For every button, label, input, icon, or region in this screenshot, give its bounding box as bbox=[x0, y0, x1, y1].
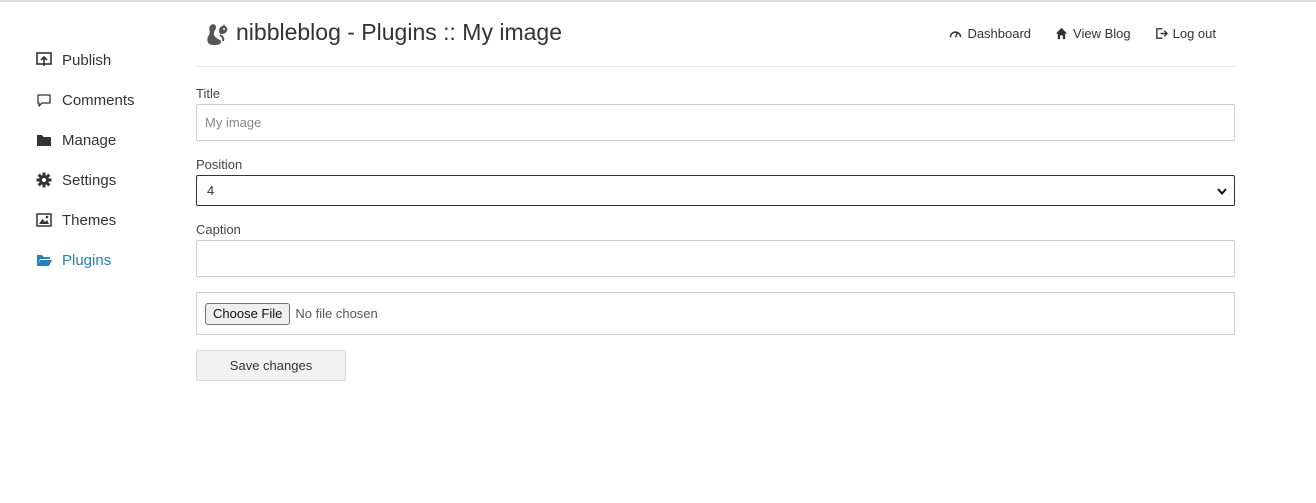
save-changes-button[interactable]: Save changes bbox=[196, 350, 346, 381]
image-icon bbox=[36, 212, 52, 228]
sidebar-item-label: Publish bbox=[62, 51, 112, 69]
position-select-value: 4 bbox=[207, 183, 215, 198]
plugin-form: Title Position 4 Caption Choose File No … bbox=[196, 86, 1235, 381]
sidebar-item-settings[interactable]: Settings bbox=[36, 160, 186, 200]
caption-input[interactable] bbox=[196, 240, 1235, 277]
position-select[interactable]: 4 bbox=[196, 175, 1235, 206]
sidebar-item-label: Manage bbox=[62, 131, 117, 149]
folder-icon bbox=[36, 132, 52, 148]
home-icon bbox=[1055, 27, 1068, 40]
sidebar-item-label: Plugins bbox=[62, 251, 112, 269]
top-border bbox=[0, 0, 1316, 2]
file-status-text: No file chosen bbox=[295, 306, 378, 321]
title-input[interactable] bbox=[196, 104, 1235, 141]
view-blog-link-label: View Blog bbox=[1073, 26, 1131, 41]
sidebar-item-comments[interactable]: Comments bbox=[36, 80, 186, 120]
log-out-link[interactable]: Log out bbox=[1155, 26, 1216, 41]
sidebar-item-themes[interactable]: Themes bbox=[36, 200, 186, 240]
chevron-down-icon bbox=[1217, 187, 1227, 195]
sidebar-item-label: Comments bbox=[62, 91, 135, 109]
top-navigation: Dashboard View Blog Log out bbox=[949, 26, 1216, 41]
sidebar-item-plugins[interactable]: Plugins bbox=[36, 240, 186, 280]
caption-label: Caption bbox=[196, 222, 241, 237]
file-upload-field: Choose File No file chosen bbox=[196, 292, 1235, 335]
publish-icon bbox=[36, 52, 52, 68]
comment-icon bbox=[36, 92, 52, 108]
title-label: Title bbox=[196, 86, 221, 101]
view-blog-link[interactable]: View Blog bbox=[1055, 26, 1131, 41]
page-header: nibbleblog - Plugins :: My image Dashboa… bbox=[196, 14, 1236, 67]
sidebar: Publish Comments Manage Settings Themes … bbox=[36, 40, 186, 280]
sidebar-item-publish[interactable]: Publish bbox=[36, 40, 186, 80]
sidebar-item-label: Themes bbox=[62, 211, 117, 229]
dashboard-link-label: Dashboard bbox=[967, 26, 1032, 41]
sidebar-item-manage[interactable]: Manage bbox=[36, 120, 186, 160]
gear-icon bbox=[36, 172, 52, 188]
log-out-link-label: Log out bbox=[1172, 26, 1216, 41]
sidebar-item-label: Settings bbox=[62, 171, 117, 189]
page-title: nibbleblog - Plugins :: My image bbox=[236, 19, 562, 45]
position-label: Position bbox=[196, 157, 243, 172]
folder-open-icon bbox=[36, 252, 52, 268]
squirrel-logo-icon bbox=[204, 21, 230, 47]
dashboard-link[interactable]: Dashboard bbox=[949, 26, 1031, 41]
choose-file-button[interactable]: Choose File bbox=[205, 302, 291, 325]
logout-icon bbox=[1155, 28, 1168, 39]
dashboard-icon bbox=[950, 31, 962, 38]
